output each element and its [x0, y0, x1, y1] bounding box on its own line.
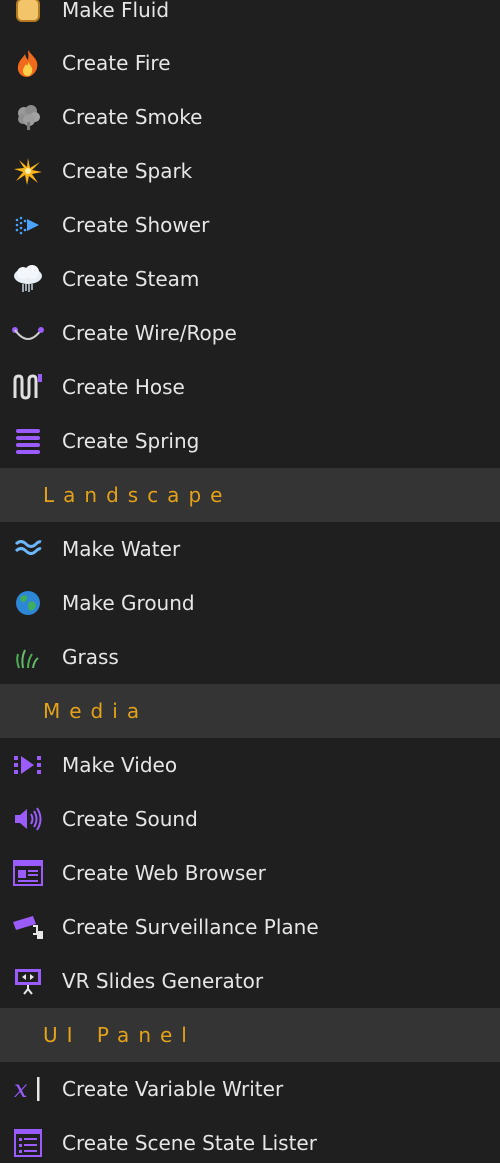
- menu-item-create-wire-rope[interactable]: Create Wire/Rope: [0, 306, 500, 360]
- create-menu: Make Fluid Create Fire Create Smoke Crea…: [0, 0, 500, 1163]
- menu-item-create-fire[interactable]: Create Fire: [0, 36, 500, 90]
- video-icon: [11, 750, 45, 780]
- menu-item-create-hose[interactable]: Create Hose: [0, 360, 500, 414]
- section-title: UI Panel: [43, 1023, 196, 1047]
- sound-icon: [11, 804, 45, 834]
- menu-item-create-smoke[interactable]: Create Smoke: [0, 90, 500, 144]
- slides-icon: [11, 966, 45, 996]
- menu-item-create-shower[interactable]: Create Shower: [0, 198, 500, 252]
- section-title: Landscape: [43, 483, 232, 507]
- menu-item-create-scene-state-lister[interactable]: Create Scene State Lister: [0, 1116, 500, 1163]
- fire-icon: [11, 48, 45, 78]
- menu-item-label: Create Shower: [62, 213, 210, 237]
- menu-item-label: VR Slides Generator: [62, 969, 264, 993]
- menu-item-label: Make Ground: [62, 591, 195, 615]
- shower-icon: [11, 210, 45, 240]
- menu-item-label: Create Variable Writer: [62, 1077, 284, 1101]
- menu-item-label: Create Scene State Lister: [62, 1131, 317, 1155]
- menu-item-grass[interactable]: Grass: [0, 630, 500, 684]
- menu-item-make-ground[interactable]: Make Ground: [0, 576, 500, 630]
- section-title: Media: [43, 699, 149, 723]
- section-header-landscape: Landscape: [0, 468, 500, 522]
- spark-icon: [11, 156, 45, 186]
- surveillance-camera-icon: [11, 912, 45, 942]
- ground-icon: [11, 588, 45, 618]
- fluid-icon: [11, 0, 45, 25]
- menu-item-label: Create Surveillance Plane: [62, 915, 319, 939]
- menu-item-label: Create Steam: [62, 267, 200, 291]
- menu-item-create-sound[interactable]: Create Sound: [0, 792, 500, 846]
- water-icon: [11, 534, 45, 564]
- smoke-icon: [11, 102, 45, 132]
- menu-item-label: Create Wire/Rope: [62, 321, 237, 345]
- menu-item-label: Grass: [62, 645, 119, 669]
- menu-item-label: Create Hose: [62, 375, 185, 399]
- menu-item-create-surveillance-plane[interactable]: Create Surveillance Plane: [0, 900, 500, 954]
- menu-item-create-spark[interactable]: Create Spark: [0, 144, 500, 198]
- menu-item-label: Create Web Browser: [62, 861, 266, 885]
- hose-icon: [11, 372, 45, 402]
- steam-icon: [11, 264, 45, 294]
- menu-item-make-video[interactable]: Make Video: [0, 738, 500, 792]
- menu-item-label: Make Fluid: [62, 0, 170, 22]
- section-header-media: Media: [0, 684, 500, 738]
- menu-item-label: Create Spring: [62, 429, 200, 453]
- menu-item-label: Make Water: [62, 537, 181, 561]
- menu-item-label: Create Fire: [62, 51, 171, 75]
- web-browser-icon: [11, 858, 45, 888]
- menu-item-make-water[interactable]: Make Water: [0, 522, 500, 576]
- svg-text:x: x: [14, 1075, 28, 1103]
- section-header-ui-panel: UI Panel: [0, 1008, 500, 1062]
- spring-icon: [11, 426, 45, 456]
- menu-item-create-web-browser[interactable]: Create Web Browser: [0, 846, 500, 900]
- menu-item-create-steam[interactable]: Create Steam: [0, 252, 500, 306]
- menu-item-label: Create Sound: [62, 807, 198, 831]
- wire-rope-icon: [11, 318, 45, 348]
- list-icon: [11, 1128, 45, 1158]
- menu-item-create-spring[interactable]: Create Spring: [0, 414, 500, 468]
- menu-item-create-variable-writer[interactable]: x Create Variable Writer: [0, 1062, 500, 1116]
- menu-item-vr-slides-generator[interactable]: VR Slides Generator: [0, 954, 500, 1008]
- variable-writer-icon: x: [11, 1074, 45, 1104]
- menu-item-label: Create Spark: [62, 159, 193, 183]
- menu-item-make-fluid[interactable]: Make Fluid: [0, 0, 500, 37]
- menu-item-label: Create Smoke: [62, 105, 203, 129]
- grass-icon: [11, 642, 45, 672]
- menu-item-label: Make Video: [62, 753, 178, 777]
